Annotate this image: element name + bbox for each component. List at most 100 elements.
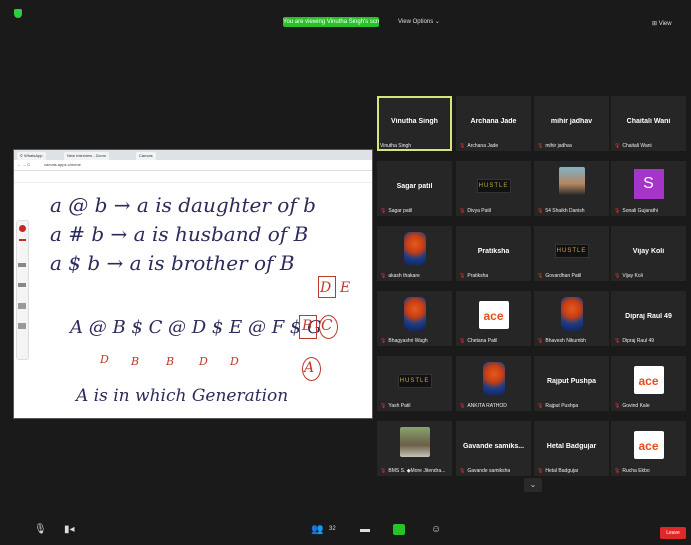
chat-icon[interactable]: ▬ <box>360 524 370 535</box>
participant-tile[interactable]: Vinutha Singh Vinutha Singh <box>377 96 452 151</box>
participant-label-text: Govind Kale <box>622 403 650 409</box>
shape-icon[interactable] <box>18 323 26 329</box>
mic-muted-icon: 🎙︎ <box>380 208 387 214</box>
participant-thumbnail <box>399 427 430 457</box>
handwriting-line: a @ b → a is daughter of b <box>50 193 316 217</box>
participant-label-text: akash thakare <box>388 273 420 279</box>
participant-name-label: 🎙︎ mihir jadhav <box>537 143 572 149</box>
reactions-icon[interactable]: ☺ <box>431 524 441 535</box>
participant-tile[interactable]: Chaitali Wani 🎙︎ Chaitali Wani <box>611 96 686 151</box>
eraser-icon[interactable] <box>18 303 26 309</box>
participant-tile[interactable]: ace 🎙︎ Chetana Patil <box>456 291 531 346</box>
participants-icon[interactable]: 👥 <box>311 524 323 535</box>
participant-label-text: Bhagyashri Wagh <box>388 338 428 344</box>
participant-name-label: 🎙︎ Chetana Patil <box>459 338 497 344</box>
participant-label-text: Divya Patil <box>467 208 491 214</box>
whiteboard-toolbar <box>14 171 372 183</box>
participant-tile[interactable]: Rajput Pushpa 🎙︎ Rajput Pushpa <box>534 356 609 411</box>
participant-label-text: Vijay Koli <box>622 273 643 279</box>
participant-name-label: 🎙︎ Bhavesh Nikumbh <box>537 338 586 344</box>
browser-tab[interactable]: © WhatsApp <box>17 152 46 160</box>
participants-count: 32 <box>329 526 336 532</box>
participant-tile[interactable]: mihir jadhav 🎙︎ mihir jadhav <box>534 96 609 151</box>
red-annotation: D <box>100 353 109 366</box>
mic-muted-icon: 🎙︎ <box>537 468 544 474</box>
participant-name-label: 🎙︎ Yash Patil <box>380 403 411 409</box>
participant-tile[interactable]: HUSTLE 🎙︎ Yash Patil <box>377 356 452 411</box>
mic-muted-icon: 🎙︎ <box>614 468 621 474</box>
mic-muted-icon: 🎙︎ <box>380 403 387 409</box>
pen-icon[interactable] <box>19 239 26 241</box>
participant-tile[interactable]: 🎙︎ akash thakare <box>377 226 452 281</box>
participant-name-label: 🎙︎ Hetal Badgujar <box>537 468 578 474</box>
whiteboard-tool-column <box>16 220 29 360</box>
participant-tile[interactable]: HUSTLE 🎙︎ Divya Patil <box>456 161 531 216</box>
chevron-down-icon[interactable]: ⌄ <box>524 478 542 492</box>
viewing-banner: You are viewing Vinutha Singh's screen <box>283 17 379 27</box>
participant-name-label: 🎙︎ Archana Jade <box>459 143 498 149</box>
participant-label-text: Sonali Gujarathi <box>622 208 658 214</box>
participant-label-text: Govardhan Patil <box>545 273 582 279</box>
participant-tile[interactable]: HUSTLE 🎙︎ Govardhan Patil <box>534 226 609 281</box>
stop-video-icon[interactable]: ▮◂ <box>64 524 75 535</box>
browser-tab[interactable]: New Interview - Zoom <box>64 152 109 160</box>
handwriting-line: A is in which Generation <box>76 386 289 406</box>
participant-tile[interactable]: Archana Jade 🎙︎ Archana Jade <box>456 96 531 151</box>
participant-name-label: 🎙︎ Gavande samiksha <box>459 468 510 474</box>
participant-tile[interactable]: Hetal Badgujar 🎙︎ Hetal Badgujar <box>534 421 609 476</box>
participant-label-text: BMS S. ◆More Jitendra... <box>388 468 446 474</box>
participant-tile[interactable]: Dipraj Raul 49 🎙︎ Dipraj Raul 49 <box>611 291 686 346</box>
color-red-icon[interactable] <box>19 225 26 232</box>
browser-tab-active[interactable]: Canvas <box>136 152 156 160</box>
participant-tile[interactable]: Gavande samiks... 🎙︎ Gavande samiksha <box>456 421 531 476</box>
red-annotation: B <box>131 355 140 368</box>
participant-tile[interactable]: Pratiksha 🎙︎ Pratiksha <box>456 226 531 281</box>
participant-tile[interactable]: 🎙︎ ANKITA RATHOD <box>456 356 531 411</box>
participant-display-name: Gavande samiks... <box>462 443 525 450</box>
participant-name-label: 🎙︎ Chaitali Wani <box>614 143 652 149</box>
participant-tile[interactable]: 🎙︎ Bhagyashri Wagh <box>377 291 452 346</box>
participant-tile[interactable]: Sagar patil 🎙︎ Sagar patil <box>377 161 452 216</box>
participant-name-label: Vinutha Singh <box>380 143 411 149</box>
participant-name-label: 🎙︎ Rajput Pushpa <box>537 403 578 409</box>
marker-icon[interactable] <box>18 263 26 267</box>
participant-tile[interactable]: ace 🎙︎ Rucha Ekbo <box>611 421 686 476</box>
participant-display-name: mihir jadhav <box>550 118 593 125</box>
participant-name-label: 🎙︎ Govind Kale <box>614 403 650 409</box>
participant-thumbnail <box>558 167 585 195</box>
mic-muted-icon: 🎙︎ <box>614 338 621 344</box>
mic-muted-icon: 🎙︎ <box>459 403 466 409</box>
participant-tile[interactable]: ace 🎙︎ Govind Kale <box>611 356 686 411</box>
shield-icon[interactable] <box>14 9 22 18</box>
participant-tile[interactable]: 🎙︎ BMS S. ◆More Jitendra... <box>377 421 452 476</box>
participant-display-name: Vinutha Singh <box>391 118 438 125</box>
mute-mic-icon[interactable]: 🎙︎ <box>34 524 47 535</box>
participant-display-name: Chaitali Wani <box>626 118 671 125</box>
participant-display-name: Dipraj Raul 49 <box>625 313 672 320</box>
leave-button[interactable]: Leave <box>660 527 686 539</box>
mic-muted-icon: 🎙︎ <box>380 273 387 279</box>
view-button[interactable]: ⊞ View <box>652 20 672 27</box>
red-box <box>299 315 317 339</box>
participant-display-name: Archana Jade <box>470 118 517 125</box>
mic-muted-icon: 🎙︎ <box>537 143 544 149</box>
marker-icon[interactable] <box>18 283 26 287</box>
meeting-controls <box>0 518 691 545</box>
red-annotation: D <box>199 355 208 368</box>
participant-label-text: Bhavesh Nikumbh <box>545 338 586 344</box>
participant-tile[interactable]: S 🎙︎ Sonali Gujarathi <box>611 161 686 216</box>
participant-label-text: Vinutha Singh <box>380 143 412 149</box>
participant-thumbnail: ace <box>478 301 509 329</box>
participant-name-label: 🎙︎ Govardhan Patil <box>537 273 581 279</box>
share-screen-icon[interactable] <box>393 524 405 535</box>
participant-name-label: 🎙︎ BMS S. ◆More Jitendra... <box>380 468 445 474</box>
mic-muted-icon: 🎙︎ <box>614 273 621 279</box>
red-circle <box>319 315 338 339</box>
participant-tile[interactable]: 🎙︎ Bhavesh Nikumbh <box>534 291 609 346</box>
participant-tile[interactable]: 🎙︎ 54 Shaikh Danish <box>534 161 609 216</box>
participant-display-name: Rajput Pushpa <box>546 378 596 385</box>
view-options-button[interactable]: View Options ⌄ <box>398 17 440 27</box>
browser-address-bar[interactable]: ← → C canvas.apps.chrome <box>14 160 372 171</box>
participant-tile[interactable]: Vijay Koli 🎙︎ Vijay Koli <box>611 226 686 281</box>
nav-arrows-icon[interactable]: ← → C <box>17 162 30 167</box>
